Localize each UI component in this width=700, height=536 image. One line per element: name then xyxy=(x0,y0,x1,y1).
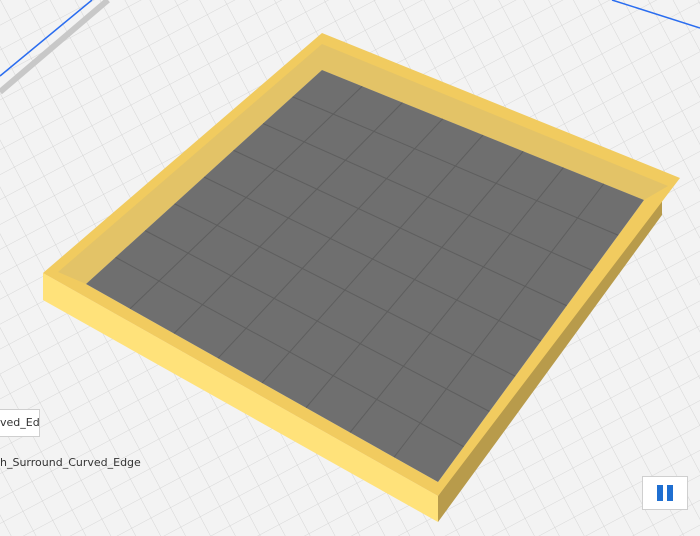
pause-bar xyxy=(667,485,673,501)
pause-button[interactable] xyxy=(642,476,688,510)
pause-icon xyxy=(657,485,673,501)
object-name-field[interactable]: ved_Ed xyxy=(0,409,40,437)
model-name-label: h_Surround_Curved_Edge xyxy=(0,456,141,469)
pause-bar xyxy=(657,485,663,501)
